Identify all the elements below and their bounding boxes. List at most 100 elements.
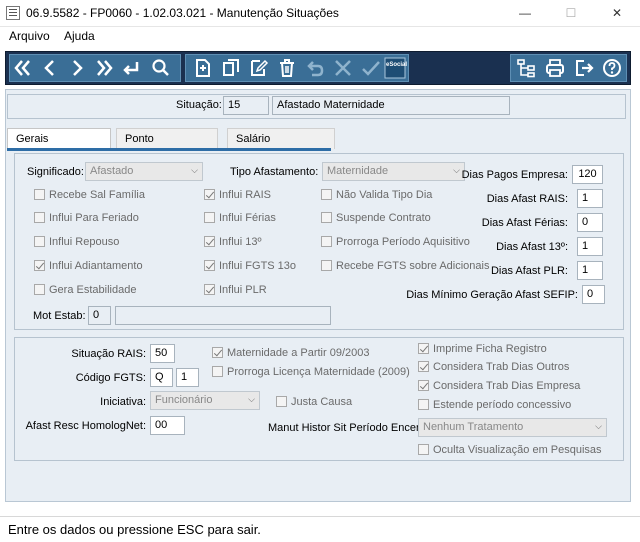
next-record-button[interactable]: [64, 55, 90, 81]
minimize-button[interactable]: —: [502, 0, 548, 27]
last-record-button[interactable]: [91, 55, 117, 81]
checkbox-considera-trab-dias-empresa[interactable]: Considera Trab Dias Empresa: [418, 380, 580, 392]
checkbox-box: [204, 260, 215, 271]
checkbox-estende-periodo-concessivo[interactable]: Estende período concessivo: [418, 399, 571, 411]
new-button[interactable]: [190, 55, 216, 81]
checkbox-considera-trab-dias-outros[interactable]: Considera Trab Dias Outros: [418, 361, 569, 373]
enter-icon: [123, 62, 139, 75]
title-bar: 06.9.5582 - FP0060 - 1.02.03.021 - Manut…: [0, 0, 640, 27]
manut-histor-select[interactable]: Nenhum Tratamento ⌵: [418, 418, 607, 437]
checkbox-gera-estabilidade[interactable]: Gera Estabilidade: [34, 284, 136, 296]
copy-icon: [223, 59, 239, 76]
previous-record-button[interactable]: [37, 55, 63, 81]
menu-arquivo[interactable]: Arquivo: [9, 29, 50, 43]
checkbox-influi-fgts-13[interactable]: Influi FGTS 13o: [204, 260, 296, 272]
edit-button[interactable]: [246, 55, 272, 81]
checkbox-label: Influi Adiantamento: [49, 260, 143, 272]
help-icon: [603, 59, 621, 77]
iniciativa-select[interactable]: Funcionário ⌵: [150, 391, 260, 410]
edit-group: eSocial: [185, 54, 409, 82]
esocial-button[interactable]: eSocial: [384, 55, 408, 81]
tab-salario[interactable]: Salário: [227, 128, 335, 149]
copy-button[interactable]: [218, 55, 244, 81]
checkbox-label: Influi Repouso: [49, 236, 120, 248]
toolbar: eSocial: [5, 51, 631, 85]
checkbox-influi-adiantamento[interactable]: Influi Adiantamento: [34, 260, 143, 272]
dias-afast-rais-field[interactable]: 1: [577, 189, 603, 208]
dias-afast-ferias-field[interactable]: 0: [577, 213, 603, 232]
iniciativa-label: Iniciativa:: [100, 396, 146, 408]
previous-icon: [44, 60, 54, 76]
situacao-rais-field[interactable]: 50: [150, 344, 175, 363]
next-icon: [73, 60, 83, 76]
edit-icon: [251, 59, 269, 76]
close-button[interactable]: ✕: [594, 0, 640, 27]
menu-ajuda[interactable]: Ajuda: [64, 29, 95, 43]
checkbox-oculta-visualizacao[interactable]: Oculta Visualização em Pesquisas: [418, 444, 602, 456]
dias-afast-plr-field[interactable]: 1: [577, 261, 603, 280]
checkbox-prorroga-periodo-aquisitivo[interactable]: Prorroga Período Aquisitivo: [321, 236, 470, 248]
dias-afast-13-field[interactable]: 1: [577, 237, 603, 256]
checkbox-box: [418, 444, 429, 455]
checkbox-box: [204, 236, 215, 247]
dias-minimo-sefip-field[interactable]: 0: [582, 285, 605, 304]
status-bar: Entre os dados ou pressione ESC para sai…: [0, 516, 640, 542]
checkbox-label: Gera Estabilidade: [49, 284, 137, 296]
checkbox-prorroga-licenca-maternidade[interactable]: Prorroga Licença Maternidade (2009): [212, 366, 410, 378]
help-button[interactable]: [599, 55, 625, 81]
first-record-button[interactable]: [10, 55, 36, 81]
significado-select[interactable]: Afastado ⌵: [85, 162, 203, 181]
undo-button[interactable]: [302, 55, 328, 81]
checkbox-box: [204, 212, 215, 223]
checkbox-imprime-ficha-registro[interactable]: Imprime Ficha Registro: [418, 343, 547, 355]
tab-gerais[interactable]: Gerais: [7, 128, 111, 149]
utility-group: [510, 54, 627, 82]
checkbox-suspende-contrato[interactable]: Suspende Contrato: [321, 212, 431, 224]
checkbox-box: [212, 347, 223, 358]
checkbox-box: [34, 236, 45, 247]
cancel-button[interactable]: [330, 55, 356, 81]
checkbox-recebe-sal-familia[interactable]: Recebe Sal Família: [34, 189, 145, 201]
codigo-fgts-letter-field[interactable]: Q: [150, 368, 173, 387]
checkbox-label: Prorroga Licença Maternidade (2009): [227, 366, 410, 378]
checkbox-influi-ferias[interactable]: Influi Férias: [204, 212, 276, 224]
checkbox-influi-para-feriado[interactable]: Influi Para Feriado: [34, 212, 139, 224]
checkbox-label: Oculta Visualização em Pesquisas: [433, 444, 602, 456]
maximize-button[interactable]: ☐: [548, 0, 594, 27]
checkbox-influi-13[interactable]: Influi 13º: [204, 236, 262, 248]
checkbox-box: [34, 260, 45, 271]
checkbox-recebe-fgts-adicionais[interactable]: Recebe FGTS sobre Adicionais: [321, 260, 489, 272]
checkbox-influi-repouso[interactable]: Influi Repouso: [34, 236, 119, 248]
exit-button[interactable]: [571, 55, 597, 81]
checkbox-box: [204, 189, 215, 200]
checkbox-nao-valida-tipo-dia[interactable]: Não Valida Tipo Dia: [321, 189, 432, 201]
menu-bar: Arquivo Ajuda: [0, 27, 640, 47]
checkbox-maternidade-09-2003[interactable]: Maternidade a Partir 09/2003: [212, 347, 369, 359]
delete-button[interactable]: [274, 55, 300, 81]
checkbox-influi-rais[interactable]: Influi RAIS: [204, 189, 271, 201]
checkbox-influi-plr[interactable]: Influi PLR: [204, 284, 267, 296]
manut-histor-value: Nenhum Tratamento: [423, 421, 524, 433]
tree-button[interactable]: [513, 55, 539, 81]
mot-estab-desc-field[interactable]: [115, 306, 331, 325]
undo-icon: [307, 61, 324, 77]
chevron-down-icon: ⌵: [595, 421, 602, 431]
manut-histor-label: Manut Histor Sit Período Encer:: [268, 422, 423, 434]
print-icon: [546, 59, 564, 77]
confirm-button[interactable]: [358, 55, 384, 81]
enter-button[interactable]: [118, 55, 144, 81]
navigation-group: [9, 54, 181, 82]
checkbox-justa-causa[interactable]: Justa Causa: [276, 396, 352, 408]
checkbox-label: Considera Trab Dias Outros: [433, 361, 570, 373]
dias-pagos-empresa-field[interactable]: 120: [572, 165, 603, 184]
print-button[interactable]: [542, 55, 568, 81]
mot-estab-field[interactable]: 0: [88, 306, 111, 325]
afast-resc-homolognet-field[interactable]: 00: [150, 416, 185, 435]
situacao-desc-field[interactable]: Afastado Maternidade: [272, 96, 510, 115]
codigo-fgts-number-field[interactable]: 1: [176, 368, 199, 387]
search-button[interactable]: [148, 55, 174, 81]
checkbox-label: Suspende Contrato: [336, 212, 431, 224]
situacao-code-field[interactable]: 15: [223, 96, 269, 115]
tab-indicator: [7, 148, 331, 151]
tab-ponto[interactable]: Ponto: [116, 128, 218, 149]
